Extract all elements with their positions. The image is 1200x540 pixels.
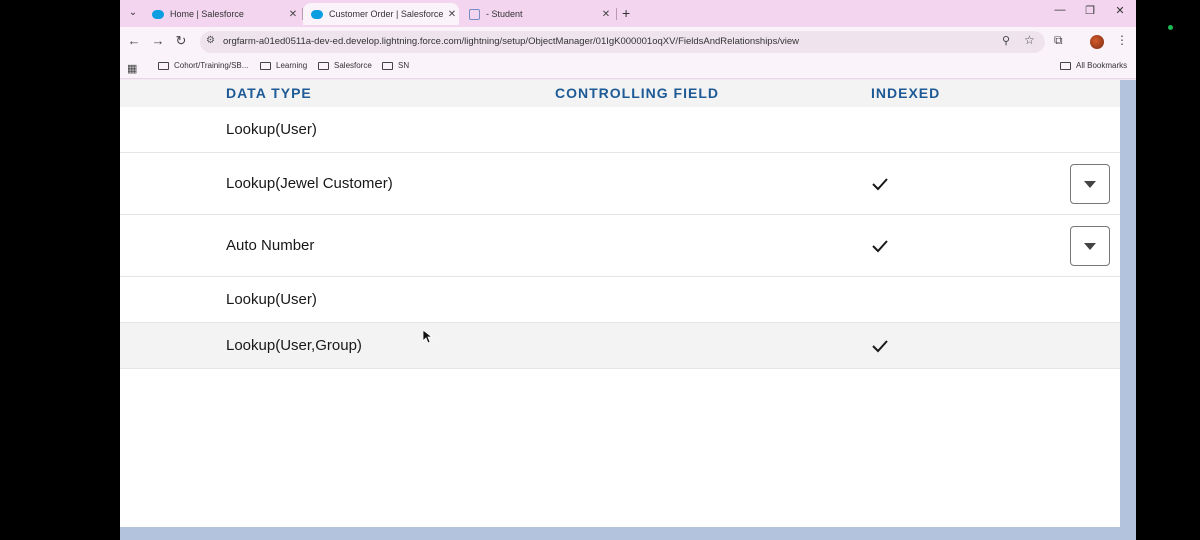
table-row: Lookup(User) (120, 107, 1120, 153)
minimize-button[interactable]: — (1050, 4, 1070, 16)
data-type-cell: Auto Number (226, 237, 315, 254)
salesforce-cloud-icon (311, 9, 323, 19)
bookmark-folder-cohort[interactable]: Cohort/Training/SB... (158, 61, 248, 70)
table-row: Lookup(User,Group) (120, 323, 1120, 369)
extensions-icon[interactable]: ⧉ (1054, 33, 1063, 48)
close-window-button[interactable]: ✕ (1110, 4, 1130, 17)
frame-border-bottom (120, 527, 1136, 540)
salesforce-cloud-icon (152, 9, 164, 19)
browser-menu-icon[interactable]: ⋮ (1116, 33, 1128, 47)
browser-window: ⌄ Home | Salesforce ✕ Customer Order | S… (120, 0, 1136, 540)
folder-icon (1060, 61, 1071, 70)
column-header-controlling-field[interactable]: CONTROLLING FIELD (555, 85, 719, 101)
bookmark-label: Salesforce (334, 61, 372, 70)
column-header-indexed[interactable]: INDEXED (871, 85, 940, 101)
bookmark-label: Learning (276, 61, 308, 70)
folder-icon (382, 61, 393, 70)
tab-student[interactable]: - Student ✕ (461, 3, 613, 25)
tab-title: Customer Order | Salesforce (329, 9, 444, 19)
url-text[interactable]: orgfarm-a01ed0511a-dev-ed.develop.lightn… (223, 36, 799, 47)
close-tab-icon[interactable]: ✕ (599, 9, 613, 20)
data-type-cell: Lookup(User,Group) (226, 337, 362, 354)
close-tab-icon[interactable]: ✕ (286, 9, 300, 20)
tab-title: Home | Salesforce (170, 9, 244, 19)
table-header: DATA TYPE CONTROLLING FIELD INDEXED (120, 80, 1120, 107)
address-bar[interactable]: ⚙ orgfarm-a01ed0511a-dev-ed.develop.ligh… (200, 31, 1045, 53)
apps-grid-icon[interactable]: ▦ (127, 62, 137, 75)
row-actions-button[interactable] (1070, 226, 1110, 266)
folder-icon (158, 61, 169, 70)
zoom-icon[interactable]: ⚲ (1002, 34, 1010, 47)
tab-home-salesforce[interactable]: Home | Salesforce ✕ (144, 3, 300, 25)
fields-relationships-page: DATA TYPE CONTROLLING FIELD INDEXED Look… (120, 80, 1120, 527)
frame-border-right (1120, 80, 1136, 540)
tab-search-chevron-icon[interactable]: ⌄ (126, 6, 140, 20)
site-settings-icon[interactable]: ⚙ (206, 35, 215, 46)
bookmark-label: Cohort/Training/SB... (174, 61, 249, 70)
data-type-cell: Lookup(Jewel Customer) (226, 175, 393, 192)
mouse-cursor-icon (423, 330, 433, 344)
back-button[interactable]: ← (126, 33, 142, 48)
bookmark-folder-salesforce[interactable]: Salesforce (318, 61, 372, 70)
table-row: Lookup(Jewel Customer) (120, 153, 1120, 215)
bookmark-folder-learning[interactable]: Learning (260, 61, 307, 70)
new-tab-button[interactable]: + (622, 5, 630, 21)
tab-customer-order[interactable]: Customer Order | Salesforce ✕ (303, 3, 459, 25)
data-type-cell: Lookup(User) (226, 291, 317, 308)
bookmark-folder-sn[interactable]: SN (382, 61, 409, 70)
data-type-cell: Lookup(User) (226, 121, 317, 138)
tab-strip: ⌄ Home | Salesforce ✕ Customer Order | S… (120, 0, 1136, 27)
column-header-data-type[interactable]: DATA TYPE (226, 85, 312, 101)
bookmarks-bar: ▦ Cohort/Training/SB... Learning Salesfo… (120, 57, 1136, 79)
indexed-check-icon (872, 178, 888, 191)
reload-button[interactable]: ↻ (173, 33, 189, 49)
chevron-down-icon (1084, 243, 1096, 250)
restore-button[interactable]: ❐ (1080, 4, 1100, 17)
chevron-down-icon (1084, 181, 1096, 188)
bookmark-star-icon[interactable]: ☆ (1024, 33, 1035, 47)
folder-icon (260, 61, 271, 70)
forward-button[interactable]: → (150, 33, 166, 48)
table-row: Lookup(User) (120, 277, 1120, 323)
all-bookmarks[interactable]: All Bookmarks (1060, 61, 1127, 70)
all-bookmarks-label: All Bookmarks (1076, 61, 1128, 70)
document-icon (469, 8, 480, 20)
row-actions-button[interactable] (1070, 164, 1110, 204)
indexed-check-icon (872, 340, 888, 353)
tab-divider (616, 8, 617, 20)
bookmark-label: SN (398, 61, 410, 70)
indexed-check-icon (872, 240, 888, 253)
close-tab-icon[interactable]: ✕ (445, 9, 459, 20)
profile-avatar[interactable] (1090, 35, 1104, 49)
folder-icon (318, 61, 329, 70)
table-row: Auto Number (120, 215, 1120, 277)
browser-toolbar: ← → ↻ ⚙ orgfarm-a01ed0511a-dev-ed.develo… (120, 27, 1136, 57)
recording-indicator (1168, 25, 1173, 30)
tab-title: - Student (486, 9, 523, 19)
